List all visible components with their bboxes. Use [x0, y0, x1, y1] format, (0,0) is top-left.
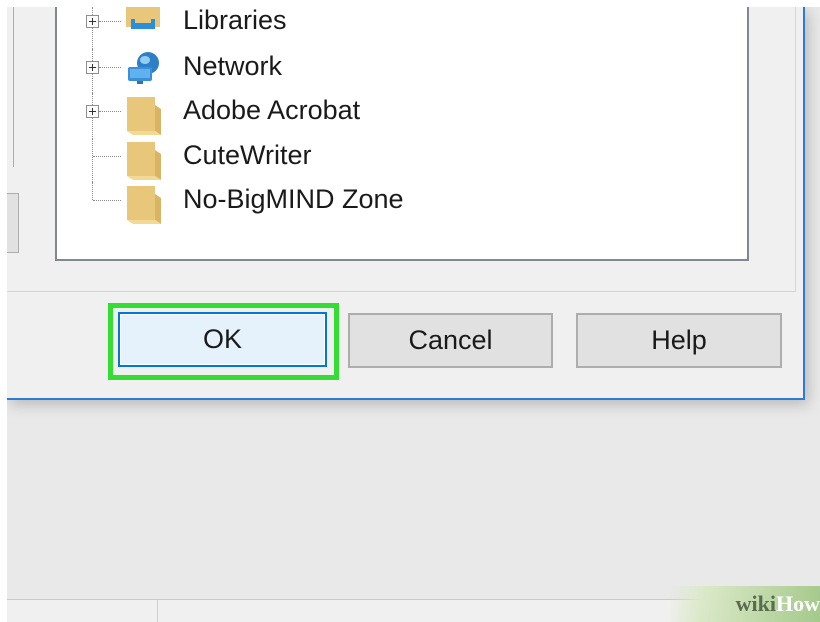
- tree-item-label: No-BigMIND Zone: [183, 184, 404, 214]
- folder-tree[interactable]: Libraries Network Adobe Acrobat CuteWrit…: [55, 7, 749, 261]
- screen: Libraries Network Adobe Acrobat CuteWrit…: [7, 7, 820, 622]
- strip-divider: [157, 600, 158, 622]
- tree-item-cutewriter[interactable]: CuteWriter: [57, 138, 747, 186]
- ok-button[interactable]: OK: [118, 312, 327, 367]
- watermark-wiki: wiki: [735, 591, 776, 616]
- network-icon: [128, 52, 159, 84]
- tree-item-no-bigmind-zone[interactable]: No-BigMIND Zone: [57, 182, 747, 226]
- tree-connector: [99, 67, 121, 68]
- tree-connector: [99, 21, 121, 22]
- folder-icon: [127, 142, 161, 180]
- tree-connector: [99, 111, 121, 112]
- tree-connector: [93, 156, 121, 157]
- folder-icon: [127, 97, 161, 135]
- tree-item-label: Libraries: [183, 7, 287, 35]
- tree-item-adobe-acrobat[interactable]: Adobe Acrobat: [57, 93, 747, 139]
- tree-item-network[interactable]: Network: [57, 49, 747, 95]
- tree-connector: [92, 138, 93, 186]
- tree-item-libraries[interactable]: Libraries: [57, 7, 747, 55]
- wikihow-watermark: wiki How: [670, 586, 820, 622]
- cancel-button[interactable]: Cancel: [348, 313, 553, 368]
- watermark-how: How: [776, 591, 820, 616]
- tree-connector: [93, 200, 121, 201]
- folder-icon: [127, 186, 161, 224]
- tree-item-label: CuteWriter: [183, 140, 312, 170]
- expand-icon[interactable]: [86, 105, 99, 118]
- folder-browse-dialog: Libraries Network Adobe Acrobat CuteWrit…: [7, 7, 805, 400]
- expand-icon[interactable]: [86, 15, 99, 28]
- tree-item-label: Network: [183, 51, 283, 81]
- tree-connector: [92, 182, 93, 200]
- tree-item-label: Adobe Acrobat: [183, 95, 361, 125]
- help-button[interactable]: Help: [576, 313, 782, 368]
- libraries-icon: [126, 7, 160, 29]
- expand-icon[interactable]: [86, 61, 99, 74]
